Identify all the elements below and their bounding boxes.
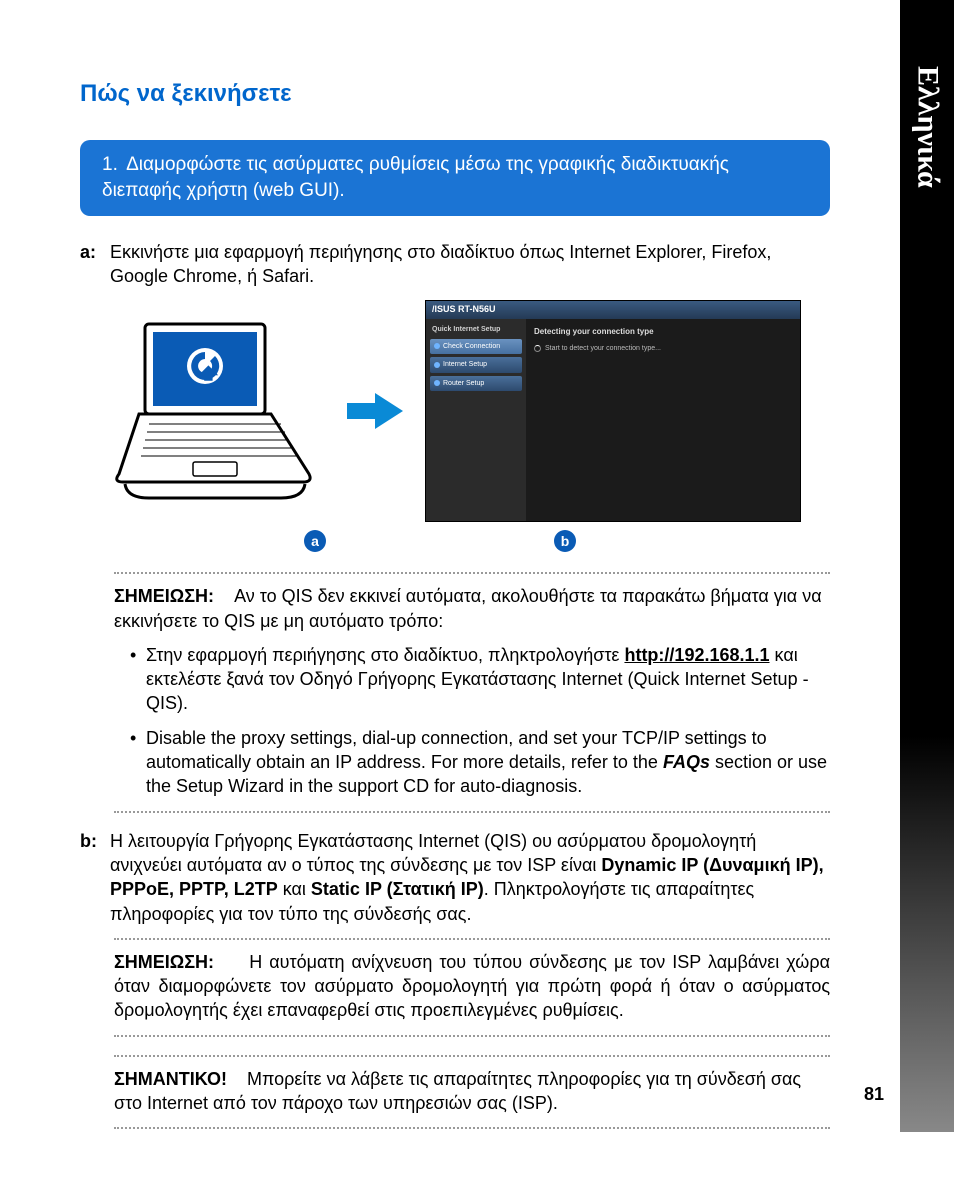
text-b: Η λειτουργία Γρήγορης Εγκατάστασης Inter… (110, 829, 830, 926)
note2-label: ΣΗΜΕΙΩΣΗ: (114, 952, 214, 972)
btn-internet-setup: Internet Setup (430, 357, 522, 372)
figure-badges: a b (80, 530, 830, 552)
language-label: Ελληνικά (907, 66, 948, 188)
faqs-ref: FAQs (663, 752, 710, 772)
divider (114, 1055, 830, 1057)
bullet-1: Στην εφαρμογή περιήγησης στο διαδίκτυο, … (130, 643, 830, 716)
divider (114, 572, 830, 574)
screenshot-main: Detecting your connection type Start to … (526, 319, 800, 521)
router-model: RT-N56U (458, 304, 496, 314)
note-2: ΣΗΜΕΙΩΣΗ: Η αυτόματη ανίχνευση του τύπου… (114, 950, 830, 1023)
divider (114, 811, 830, 813)
detecting-line: Start to detect your connection type... (534, 344, 792, 353)
badge-b: b (554, 530, 576, 552)
label-b: b: (80, 829, 110, 853)
qis-url: http://192.168.1.1 (624, 645, 769, 665)
language-sidebar: Ελληνικά (900, 0, 954, 1132)
btn-check-connection: Check Connection (430, 339, 522, 354)
note1-text (219, 586, 234, 606)
badge-a: a (304, 530, 326, 552)
spinner-icon (534, 345, 541, 352)
divider (114, 1127, 830, 1129)
divider (114, 1035, 830, 1037)
paragraph-a: a: Εκκινήστε μια εφαρμογή περιήγησης στο… (80, 240, 830, 289)
figure-row: /ISUS RT-N56U Quick Internet Setup Check… (80, 300, 830, 522)
router-gui-screenshot: /ISUS RT-N56U Quick Internet Setup Check… (425, 300, 801, 522)
page-title: Πώς να ξεκινήσετε (80, 78, 830, 110)
important-label: ΣΗΜΑΝΤΙΚΟ! (114, 1069, 227, 1089)
screenshot-sidebar: Quick Internet Setup Check Connection In… (426, 319, 526, 521)
paragraph-b: b: Η λειτουργία Γρήγορης Εγκατάστασης In… (80, 829, 830, 926)
text-a: Εκκινήστε μια εφαρμογή περιήγησης στο δι… (110, 240, 830, 289)
note1-label: ΣΗΜΕΙΩΣΗ: (114, 586, 214, 606)
step-box: 1. Διαμορφώστε τις ασύρματες ρυθμίσεις μ… (80, 140, 830, 215)
page-number: 81 (864, 1082, 884, 1106)
qis-title: Quick Internet Setup (430, 325, 522, 334)
note-1: ΣΗΜΕΙΩΣΗ: Αν το QIS δεν εκκινεί αυτόματα… (114, 584, 830, 798)
arrow-icon (345, 391, 405, 431)
btn-router-setup: Router Setup (430, 376, 522, 391)
step-text: Διαμορφώστε τις ασύρματες ρυθμίσεις μέσω… (102, 154, 729, 201)
label-a: a: (80, 240, 110, 264)
divider (114, 938, 830, 940)
page-content: Πώς να ξεκινήσετε 1. Διαμορφώστε τις ασύ… (0, 0, 900, 1199)
detecting-title: Detecting your connection type (534, 327, 792, 338)
step-number: 1. (102, 154, 118, 175)
screenshot-header: /ISUS RT-N56U (426, 301, 800, 319)
important-note: ΣΗΜΑΝΤΙΚΟ! Μπορείτε να λάβετε τις απαραί… (114, 1067, 830, 1116)
bullet-2: Disable the proxy settings, dial-up conn… (130, 726, 830, 799)
laptop-illustration (109, 316, 325, 506)
